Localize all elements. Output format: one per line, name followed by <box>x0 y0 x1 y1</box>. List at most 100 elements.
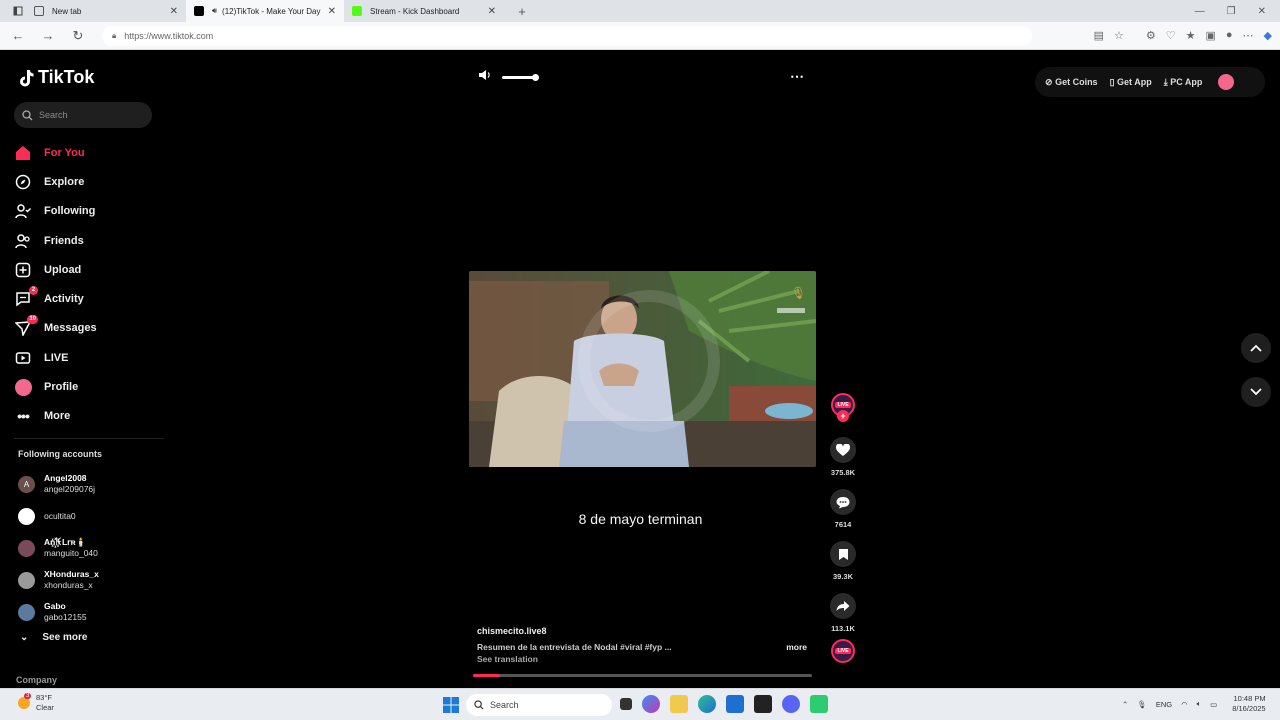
new-tab-button[interactable]: + <box>510 0 534 23</box>
weather-widget[interactable]: 3 83°F Clear <box>18 693 54 713</box>
start-button[interactable] <box>443 697 459 718</box>
read-view-icon[interactable]: ▤ <box>1094 29 1104 42</box>
tab-actions-icon[interactable] <box>10 0 26 23</box>
account-item[interactable]: An꙰ꀘL𝗋ʀ🕯️ manguito_040 <box>18 532 168 564</box>
music-live-avatar[interactable]: LIVE <box>831 639 855 663</box>
following-accounts-heading: Following accounts <box>18 449 103 459</box>
save-button[interactable] <box>830 541 856 567</box>
favorite-star-icon[interactable]: ☆ <box>1114 29 1124 42</box>
see-translation-link[interactable]: See translation <box>477 654 807 664</box>
file-explorer-icon[interactable] <box>670 695 688 713</box>
see-more-button[interactable]: ⌄ See more <box>20 632 87 643</box>
forward-icon[interactable]: → <box>36 24 60 48</box>
copilot-app-icon[interactable] <box>642 695 660 713</box>
close-tab-icon[interactable]: ✕ <box>488 6 496 17</box>
task-view-icon[interactable] <box>620 698 632 710</box>
tab-new-tab[interactable]: New tab ✕ <box>26 0 186 22</box>
heart-icon <box>836 443 850 456</box>
settings-more-icon[interactable]: ⋯ <box>1243 29 1254 42</box>
sidebar-item-upload[interactable]: Upload <box>14 255 164 284</box>
lock-icon: 🔒︎ <box>112 30 117 40</box>
tiktok-logo[interactable]: TikTok <box>18 67 94 88</box>
follow-plus-icon[interactable]: + <box>837 410 849 422</box>
url-field[interactable]: 🔒︎ https://www.tiktok.com <box>102 25 1032 46</box>
close-tab-icon[interactable]: ✕ <box>328 6 336 17</box>
back-icon[interactable]: ← <box>6 24 30 48</box>
address-bar: ← → ↻ 🔒︎ https://www.tiktok.com ▤ ☆ ⚙ ♡ … <box>0 22 1280 50</box>
sidebar-item-profile[interactable]: Profile <box>14 372 164 401</box>
sidebar-item-activity[interactable]: 2 Activity <box>14 284 164 313</box>
clock-time: 10:48 PM <box>1233 694 1266 703</box>
volume-slider[interactable] <box>502 73 539 81</box>
wifi-icon[interactable]: ◠ <box>1181 700 1188 709</box>
account-item[interactable]: A Angel2008 angel209076j <box>18 468 168 500</box>
next-video-button[interactable] <box>1241 377 1271 407</box>
following-accounts-list: A Angel2008 angel209076j ocultita0 An꙰ꀘL𝗋… <box>18 468 168 628</box>
sidebar-item-messages[interactable]: 10 Messages <box>14 314 164 343</box>
sidebar-item-friends[interactable]: Friends <box>14 226 164 255</box>
language-indicator[interactable]: ENG <box>1156 700 1172 709</box>
get-app-button[interactable]: ▯ Get App <box>1110 77 1152 88</box>
account-item[interactable]: XHonduras_x xhonduras_x <box>18 564 168 596</box>
more-link[interactable]: more <box>786 642 807 652</box>
tab-title: Stream - Kick Dashboard <box>370 6 460 16</box>
sidebar-item-explore[interactable]: Explore <box>14 167 164 196</box>
messages-badge: 10 <box>27 315 38 325</box>
creator-live-avatar[interactable]: LIVE + <box>831 393 855 422</box>
pc-app-button[interactable]: ⤓ PC App <box>1164 77 1203 88</box>
get-coins-button[interactable]: ⊘ Get Coins <box>1045 77 1098 88</box>
app-icon[interactable] <box>754 695 772 713</box>
video-author[interactable]: chismecito.live8 <box>477 626 807 636</box>
browser-essentials-icon[interactable]: ♡ <box>1166 29 1176 42</box>
profile-icon[interactable]: ● <box>1226 29 1233 42</box>
sidebar-divider <box>14 438 164 439</box>
edge-icon[interactable] <box>698 695 716 713</box>
sidebar-nav: For You Explore Following Friends Upload… <box>14 138 164 431</box>
share-button[interactable] <box>830 593 856 619</box>
microphone-icon[interactable]: 🎙︎ <box>1137 700 1147 709</box>
discord-icon[interactable] <box>782 695 800 713</box>
account-item[interactable]: ocultita0 <box>18 500 168 532</box>
speaker-icon[interactable]: 🔈︎ <box>1197 699 1202 709</box>
tab-kick[interactable]: Stream - Kick Dashboard ✕ <box>344 0 504 22</box>
video-progress-bar[interactable] <box>473 674 812 677</box>
collections-icon[interactable]: ▣ <box>1205 29 1215 42</box>
comment-button[interactable] <box>830 489 856 515</box>
company-link[interactable]: Company <box>16 675 57 685</box>
previous-video-button[interactable] <box>1241 333 1271 363</box>
clock[interactable]: 10:48 PM 8/16/2025 <box>1232 694 1265 714</box>
copilot-icon[interactable]: ◆ <box>1264 29 1272 42</box>
taskbar-apps <box>620 695 828 713</box>
tab-tiktok[interactable]: 🔊︎ (12)TikTok - Make Your Day ✕ <box>186 0 344 22</box>
refresh-icon[interactable]: ↻ <box>66 24 90 48</box>
sidebar-item-live[interactable]: LIVE <box>14 343 164 372</box>
sidebar-item-following[interactable]: Following <box>14 197 164 226</box>
taskbar-search[interactable]: Search <box>466 694 612 716</box>
maximize-icon[interactable]: ❐ <box>1227 6 1236 17</box>
close-window-icon[interactable]: ✕ <box>1258 6 1266 17</box>
store-icon[interactable] <box>726 695 744 713</box>
chevron-up-icon[interactable]: ⌃ <box>1122 700 1128 709</box>
sidebar-item-label: Upload <box>44 263 82 276</box>
avatar <box>18 571 35 589</box>
android-app-icon[interactable] <box>810 695 828 713</box>
speaker-icon[interactable]: 🔊︎ <box>212 6 217 16</box>
search-placeholder: Search <box>39 110 68 120</box>
search-input[interactable]: Search <box>14 102 152 128</box>
minimize-icon[interactable]: — <box>1195 6 1205 17</box>
video-player[interactable]: 🎙︎ <box>469 271 816 467</box>
like-button[interactable] <box>830 437 856 463</box>
video-options-icon[interactable]: ⋯ <box>790 68 805 85</box>
account-handle: xhonduras_x <box>44 580 93 590</box>
volume-slider-knob[interactable] <box>532 73 539 81</box>
profile-avatar[interactable] <box>1218 74 1235 90</box>
sidebar-item-for-you[interactable]: For You <box>14 138 164 167</box>
volume-icon[interactable] <box>478 68 492 86</box>
account-item[interactable]: Gabo gabo12155 <box>18 596 168 628</box>
sidebar-item-more[interactable]: ••• More <box>14 402 164 431</box>
close-tab-icon[interactable]: ✕ <box>170 6 178 17</box>
battery-icon[interactable]: ▭ <box>1210 700 1217 709</box>
extensions-icon[interactable]: ⚙ <box>1146 29 1156 42</box>
chevron-up-icon <box>1250 344 1262 352</box>
favorites-icon[interactable]: ★ <box>1186 29 1196 42</box>
